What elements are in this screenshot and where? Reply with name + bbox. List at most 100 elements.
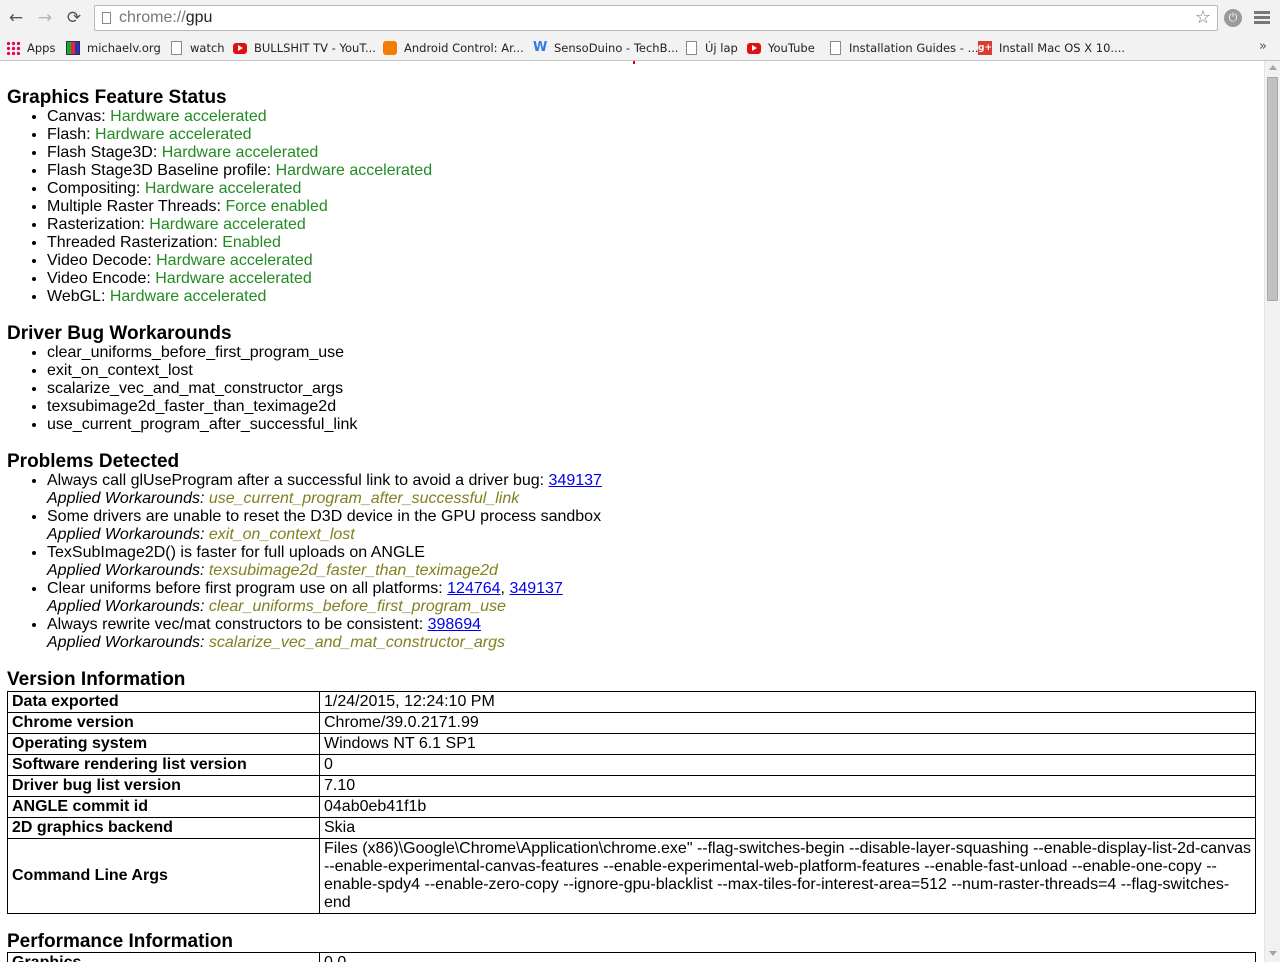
feature-name: Rasterization:	[47, 216, 150, 233]
feature-name: Multiple Raster Threads:	[47, 198, 226, 215]
feature-status-item: Rasterization: Hardware accelerated	[47, 216, 432, 234]
bookmark-installation-guides[interactable]: Installation Guides - ...	[828, 39, 979, 57]
bookmarks-overflow-chevron-icon[interactable]: »	[1259, 39, 1267, 54]
problem-text: Some drivers are unable to reset the D3D…	[47, 508, 602, 525]
blogger-icon	[383, 41, 397, 55]
youtube-icon	[747, 43, 761, 54]
bookmark-label: Installation Guides - ...	[849, 41, 979, 55]
applied-workarounds: Applied Workarounds: clear_uniforms_befo…	[47, 598, 602, 616]
bookmark-install-mac-os[interactable]: g+ Install Mac OS X 10....	[978, 39, 1125, 57]
bookmark-label: Android Control: Ar...	[404, 41, 524, 55]
info-row: Software rendering list version 0	[7, 754, 1256, 776]
feature-name: Flash Stage3D:	[47, 144, 162, 161]
bookmark-label: watch	[190, 41, 225, 55]
page-scrollbar[interactable]	[1264, 61, 1280, 962]
feature-status-heading: Graphics Feature Status	[7, 87, 227, 108]
problem-item: Some drivers are unable to reset the D3D…	[47, 508, 602, 544]
applied-workarounds: Applied Workarounds: scalarize_vec_and_m…	[47, 634, 602, 652]
feature-status-value: Hardware accelerated	[109, 288, 267, 305]
page-icon	[686, 41, 697, 55]
reload-icon[interactable]: ⟳	[63, 7, 85, 29]
info-row: Operating system Windows NT 6.1 SP1	[7, 733, 1256, 755]
feature-name: Video Decode:	[47, 252, 157, 269]
problem-item: Always call glUseProgram after a success…	[47, 472, 602, 508]
extension-icon[interactable]: ⏻	[1224, 9, 1242, 27]
info-row: 2D graphics backend Skia	[7, 817, 1256, 839]
url-path: gpu	[185, 9, 213, 26]
applied-workarounds-label: Applied Workarounds:	[47, 598, 209, 615]
feature-status-item: Video Decode: Hardware accelerated	[47, 252, 432, 270]
applied-workarounds-label: Applied Workarounds:	[47, 526, 209, 543]
applied-workarounds: Applied Workarounds: use_current_program…	[47, 490, 602, 508]
workaround-item: texsubimage2d_faster_than_teximage2d	[47, 398, 357, 416]
bookmark-watch[interactable]: watch	[169, 39, 225, 57]
feature-status-item: Canvas: Hardware accelerated	[47, 108, 432, 126]
performance-info-table: Graphics0.0	[7, 952, 1256, 962]
applied-workarounds-label: Applied Workarounds:	[47, 562, 209, 579]
info-key: Graphics	[7, 952, 320, 962]
bookmark-label: michaelv.org	[87, 41, 161, 55]
info-value: Windows NT 6.1 SP1	[319, 733, 1256, 755]
bookmark-uj-lap[interactable]: Új lap	[684, 39, 738, 57]
info-key: Command Line Args	[7, 838, 320, 914]
chrome-menu-icon[interactable]	[1254, 9, 1270, 27]
scroll-down-arrow-icon[interactable]	[1269, 951, 1277, 956]
feature-status-value: Hardware accelerated	[161, 144, 319, 161]
info-row: Graphics0.0	[7, 952, 1256, 962]
bookmark-android-control[interactable]: Android Control: Ar...	[383, 39, 524, 57]
version-info-table: Data exported 1/24/2015, 12:24:10 PM Chrom…	[7, 691, 1256, 914]
bug-link[interactable]: 349137	[549, 472, 602, 489]
feature-status-value: Hardware accelerated	[110, 108, 267, 125]
version-info-heading: Version Information	[7, 669, 186, 690]
info-key: Software rendering list version	[7, 754, 320, 776]
applied-workaround-value: texsubimage2d_faster_than_teximage2d	[208, 562, 498, 579]
feature-name: Flash:	[47, 126, 96, 143]
feature-status-item: Video Encode: Hardware accelerated	[47, 270, 432, 288]
info-row: ANGLE commit id 04ab0eb41f1b	[7, 796, 1256, 818]
w-icon: W	[533, 40, 548, 55]
feature-status-value: Force enabled	[225, 198, 328, 215]
applied-workarounds-label: Applied Workarounds:	[47, 490, 209, 507]
bookmark-star-icon[interactable]: ☆	[1195, 7, 1211, 28]
info-key: ANGLE commit id	[7, 796, 320, 818]
address-bar[interactable]: chrome://gpu ☆	[94, 5, 1218, 31]
bug-link[interactable]: 349137	[509, 580, 562, 597]
feature-status-value: Hardware accelerated	[95, 126, 252, 143]
feature-status-item: Flash Stage3D: Hardware accelerated	[47, 144, 432, 162]
apps-grid-icon	[6, 41, 20, 55]
performance-info-heading: Performance Information	[7, 931, 233, 952]
feature-status-value: Hardware accelerated	[156, 252, 313, 269]
feature-name: Canvas:	[47, 108, 111, 125]
forward-arrow-icon[interactable]: →	[34, 7, 56, 29]
scroll-up-arrow-icon[interactable]	[1269, 65, 1277, 70]
page-icon	[830, 41, 841, 55]
applied-workaround-value: exit_on_context_lost	[208, 526, 355, 543]
feature-status-item: Multiple Raster Threads: Force enabled	[47, 198, 432, 216]
info-row: Driver bug list version 7.10	[7, 775, 1256, 797]
bookmark-apps[interactable]: Apps	[6, 39, 55, 57]
bookmark-bullshit-tv[interactable]: BULLSHIT TV - YouT...	[233, 39, 376, 57]
problems-list: Always call glUseProgram after a success…	[0, 472, 602, 652]
bookmark-sensoduino[interactable]: W SensoDuino - TechB...	[533, 39, 678, 57]
workarounds-heading: Driver Bug Workarounds	[7, 323, 232, 344]
back-arrow-icon[interactable]: ←	[5, 7, 27, 29]
page-content: Graphics Feature Status Canvas: Hardware…	[0, 61, 1264, 962]
applied-workaround-value: scalarize_vec_and_mat_constructor_args	[208, 634, 506, 651]
site-icon	[66, 41, 80, 55]
url-text[interactable]: chrome://gpu	[119, 9, 212, 27]
scrollbar-thumb[interactable]	[1267, 77, 1278, 301]
bookmark-youtube[interactable]: YouTube	[747, 39, 815, 57]
bookmark-label: SensoDuino - TechB...	[554, 41, 679, 55]
bug-link[interactable]: 124764	[447, 580, 500, 597]
bug-link[interactable]: 398694	[428, 616, 481, 633]
info-key: Operating system	[7, 733, 320, 755]
bookmark-label: YouTube	[768, 41, 815, 55]
url-scheme: chrome://	[119, 9, 186, 26]
page-icon	[171, 41, 182, 55]
bookmark-michaelv[interactable]: michaelv.org	[66, 39, 161, 57]
feature-name: Compositing:	[47, 180, 145, 197]
bookmark-label: BULLSHIT TV - YouT...	[254, 41, 376, 55]
info-key: Data exported	[7, 691, 320, 713]
feature-name: WebGL:	[47, 288, 110, 305]
workarounds-list: clear_uniforms_before_first_program_usee…	[0, 344, 357, 434]
